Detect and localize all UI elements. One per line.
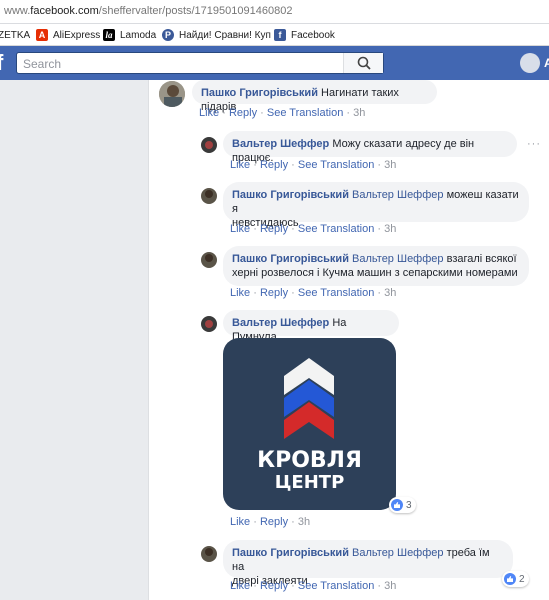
like-link[interactable]: Like bbox=[230, 287, 250, 299]
reply-link[interactable]: Reply bbox=[260, 516, 288, 528]
avatar-photo bbox=[201, 252, 217, 268]
comment-actions: Like · Reply · 3h bbox=[230, 516, 311, 528]
like-link[interactable]: Like bbox=[199, 107, 219, 119]
like-reaction-icon bbox=[504, 573, 516, 585]
avatar[interactable] bbox=[201, 188, 217, 204]
bookmark-aliexpress[interactable]: A AliExpress bbox=[36, 28, 100, 42]
mention-link[interactable]: Вальтер Шеффер bbox=[352, 253, 444, 265]
comment-text: взагалі всякої bbox=[446, 253, 517, 265]
profile-avatar[interactable] bbox=[520, 53, 540, 73]
avatar-photo bbox=[201, 137, 217, 153]
reaction-count[interactable]: 2 bbox=[502, 571, 529, 587]
comment-bubble: Пашко Григорівський Вальтер Шеффер взага… bbox=[223, 246, 529, 286]
comment-author[interactable]: Вальтер Шеффер bbox=[232, 138, 329, 150]
like-link[interactable]: Like bbox=[230, 580, 250, 592]
avatar[interactable] bbox=[159, 81, 185, 107]
facebook-icon: f bbox=[274, 29, 286, 41]
facebook-logo[interactable]: f bbox=[0, 51, 10, 75]
see-translation-link[interactable]: See Translation bbox=[298, 159, 374, 171]
avatar[interactable] bbox=[201, 137, 217, 153]
bookmark-zetka[interactable]: ZETKA bbox=[0, 28, 30, 42]
facebook-header: f Search A bbox=[0, 46, 549, 80]
avatar-photo bbox=[159, 81, 185, 107]
image-text-line1: КРОВЛЯ bbox=[257, 448, 362, 473]
see-translation-link[interactable]: See Translation bbox=[267, 107, 343, 119]
comment-author[interactable]: Пашко Григорівський bbox=[201, 87, 318, 99]
comment-actions: Like · Reply · See Translation · 3h bbox=[230, 580, 397, 592]
like-reaction-icon bbox=[391, 499, 403, 511]
avatar-photo bbox=[201, 546, 217, 562]
reaction-count[interactable]: 3 bbox=[389, 497, 416, 513]
comment-time[interactable]: 3h bbox=[353, 107, 365, 119]
comment-author[interactable]: Пашко Григорівський bbox=[232, 189, 349, 201]
search-placeholder: Search bbox=[23, 57, 62, 71]
comment-time[interactable]: 3h bbox=[384, 159, 396, 171]
comment-actions: Like · Reply · See Translation · 3h bbox=[230, 287, 397, 299]
browser-url-bar[interactable]: www.facebook.com/sheffervalter/posts/171… bbox=[0, 0, 549, 24]
comment-bubble: Пашко Григорівський Вальтер Шеффер можеш… bbox=[223, 182, 529, 229]
avatar-photo bbox=[201, 188, 217, 204]
search-icon bbox=[357, 56, 371, 70]
like-link[interactable]: Like bbox=[230, 159, 250, 171]
comment-bubble: Пашко Григорівський Нагинати таких підар… bbox=[192, 80, 437, 113]
comment-actions: Like · Reply · See Translation · 3h bbox=[199, 107, 366, 119]
comment-author[interactable]: Пашко Григорівський bbox=[232, 547, 349, 559]
comment-bubble: Вальтер Шеффер На Пумнула. bbox=[223, 310, 399, 343]
avatar[interactable] bbox=[201, 546, 217, 562]
profile-name[interactable]: A bbox=[544, 56, 549, 70]
bookmark-lamoda[interactable]: la Lamoda bbox=[103, 28, 156, 42]
reply-link[interactable]: Reply bbox=[229, 107, 257, 119]
bookmarks-bar: ZETKA A AliExpress la Lamoda P Найди! Сравн… bbox=[0, 24, 549, 46]
comment-time[interactable]: 3h bbox=[384, 287, 396, 299]
avatar-photo bbox=[201, 316, 217, 332]
reply-link[interactable]: Reply bbox=[260, 580, 288, 592]
mention-link[interactable]: Вальтер Шеффер bbox=[352, 547, 444, 559]
see-translation-link[interactable]: See Translation bbox=[298, 223, 374, 235]
price-compare-icon: P bbox=[162, 29, 174, 41]
comment-bubble: Вальтер Шеффер Можу сказати адресу де ві… bbox=[223, 131, 517, 164]
search-input[interactable]: Search bbox=[16, 52, 384, 74]
mention-link[interactable]: Вальтер Шеффер bbox=[352, 189, 444, 201]
reply-link[interactable]: Reply bbox=[260, 287, 288, 299]
reply-link[interactable]: Reply bbox=[260, 223, 288, 235]
bookmark-facebook[interactable]: f Facebook bbox=[274, 28, 335, 42]
see-translation-link[interactable]: See Translation bbox=[298, 580, 374, 592]
comment-image[interactable]: КРОВЛЯ ЦЕНТР bbox=[223, 338, 396, 510]
comment-time[interactable]: 3h bbox=[384, 580, 396, 592]
avatar[interactable] bbox=[201, 252, 217, 268]
avatar[interactable] bbox=[201, 316, 217, 332]
like-link[interactable]: Like bbox=[230, 516, 250, 528]
more-options-icon[interactable]: ··· bbox=[527, 138, 541, 150]
bookmark-price-compare[interactable]: P Найди! Сравни! Куп bbox=[162, 28, 271, 42]
url-text[interactable]: www.facebook.com/sheffervalter/posts/171… bbox=[4, 5, 292, 17]
image-text-line2: ЦЕНТР bbox=[274, 472, 345, 493]
left-column bbox=[0, 80, 149, 600]
comment-time[interactable]: 3h bbox=[384, 223, 396, 235]
comment-author[interactable]: Вальтер Шеффер bbox=[232, 317, 329, 329]
search-button[interactable] bbox=[343, 53, 383, 73]
see-translation-link[interactable]: See Translation bbox=[298, 287, 374, 299]
like-link[interactable]: Like bbox=[230, 223, 250, 235]
comment-time[interactable]: 3h bbox=[298, 516, 310, 528]
comment-text: херні розвелося і Кучма машин з сепарски… bbox=[232, 267, 518, 279]
aliexpress-icon: A bbox=[36, 29, 48, 41]
reply-link[interactable]: Reply bbox=[260, 159, 288, 171]
comment-actions: Like · Reply · See Translation · 3h bbox=[230, 159, 397, 171]
comment-actions: Like · Reply · See Translation · 3h bbox=[230, 223, 397, 235]
comment-author[interactable]: Пашко Григорівський bbox=[232, 253, 349, 265]
lamoda-icon: la bbox=[103, 29, 115, 41]
comment-bubble: Пашко Григорівський Вальтер Шеффер треба… bbox=[223, 540, 513, 587]
